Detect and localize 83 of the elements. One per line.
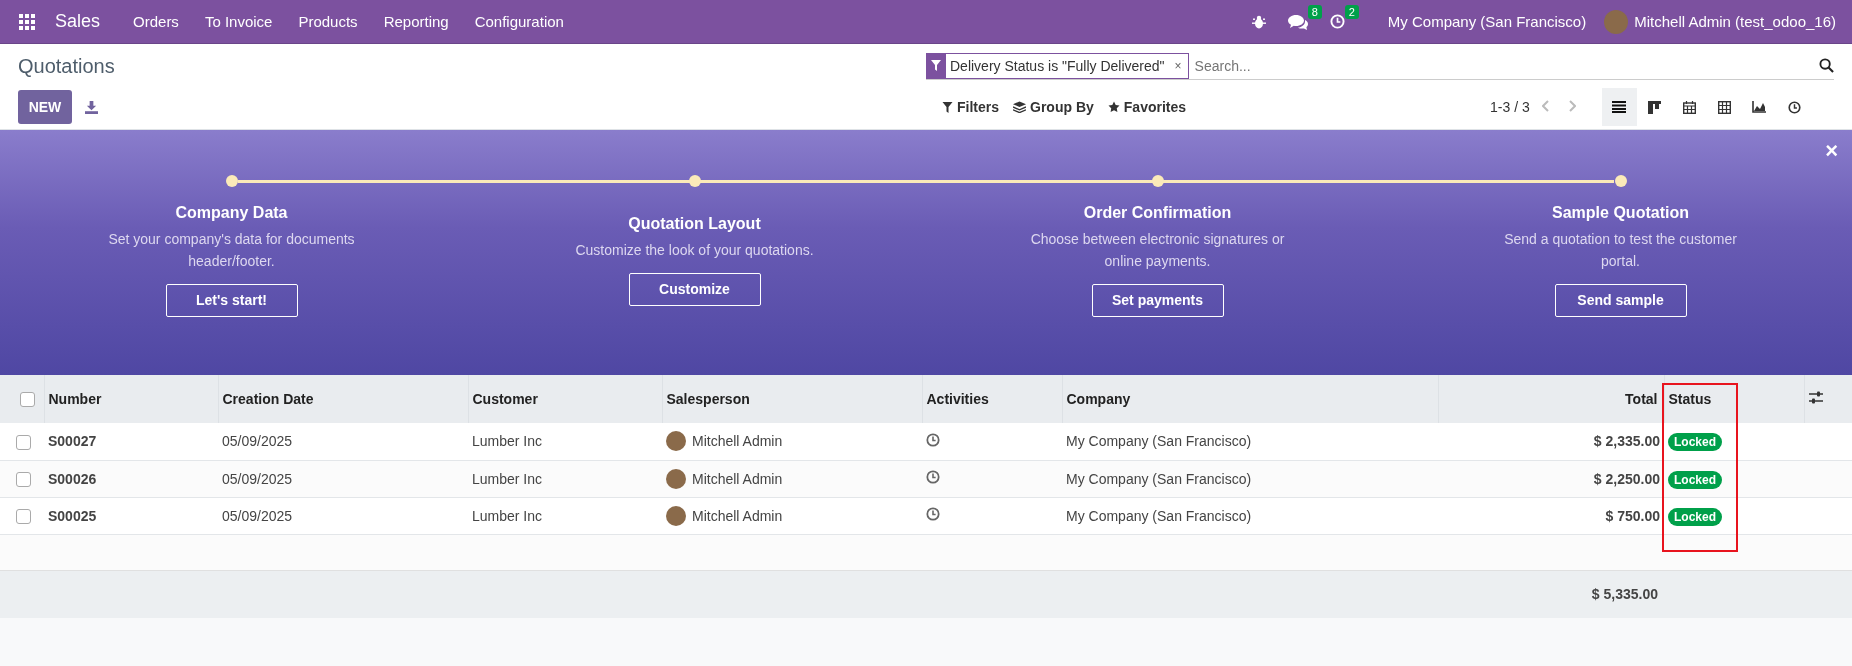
search-option-button[interactable]: Group By (1009, 99, 1098, 115)
status-badge: Locked (1668, 470, 1722, 489)
clock-icon (1787, 100, 1801, 114)
chat-icon[interactable] (1287, 13, 1308, 30)
step-description: Customize the look of your quotations. (574, 240, 815, 260)
menu-item[interactable]: Products (285, 13, 371, 30)
pager-value: 1-3 / 3 (1490, 99, 1530, 115)
step-description: Set your company's data for documents header/footer. (107, 229, 356, 271)
order-total: $ 750.00 (1438, 497, 1664, 534)
company-name: My Company (San Francisco) (1062, 423, 1438, 460)
area-chart-icon (1752, 101, 1767, 113)
message-count-badge: 8 (1307, 4, 1322, 19)
chevron-right-icon (1567, 99, 1576, 112)
row-checkbox[interactable] (16, 508, 31, 524)
table-grid-icon (1717, 100, 1731, 114)
filter-facet: Delivery Status is "Fully Delivered" (946, 52, 1169, 79)
close-banner-button[interactable]: × (1821, 138, 1842, 164)
creation-date: 05/09/2025 (218, 497, 468, 534)
filter-icon (942, 101, 953, 113)
step-title: Company Data (175, 203, 288, 222)
search-option-button[interactable]: Favorites (1103, 99, 1191, 115)
step-description: Send a quotation to test the customer portal. (1503, 229, 1738, 271)
new-button[interactable]: NEW (18, 90, 72, 124)
menu-item[interactable]: Reporting (370, 13, 462, 30)
apps-grid-icon[interactable] (19, 13, 35, 30)
app-name[interactable]: Sales (47, 11, 109, 32)
salesperson-name: Mitchell Admin (692, 470, 783, 487)
row-checkbox[interactable] (16, 471, 31, 487)
company-name: My Company (San Francisco) (1062, 497, 1438, 534)
step-button[interactable]: Customize (628, 272, 761, 306)
sum-total: $ 5,335.00 (1438, 570, 1664, 618)
customer-name: Lumber Inc (468, 460, 662, 497)
menu-item[interactable]: Configuration (461, 13, 577, 30)
customer-name: Lumber Inc (468, 423, 662, 460)
layers-icon (1013, 101, 1026, 113)
chevron-left-icon (1541, 99, 1550, 112)
kanban-icon (1647, 100, 1661, 114)
status-badge: Locked (1668, 507, 1722, 526)
step-button[interactable]: Let's start! (165, 283, 298, 317)
salesperson-avatar (666, 505, 686, 526)
step-description: Choose between electronic signatures or online payments. (1029, 229, 1286, 271)
activity-count-badge: 2 (1344, 5, 1359, 19)
calendar-icon (1682, 100, 1696, 114)
filter-facet-icon (926, 52, 946, 79)
customer-name: Lumber Inc (468, 497, 662, 534)
page-title: Quotations (18, 54, 116, 78)
clock-icon[interactable] (926, 507, 940, 521)
step-title: Quotation Layout (628, 214, 761, 233)
column-settings-icon[interactable] (1808, 391, 1823, 404)
menu-item[interactable]: Orders (120, 13, 192, 30)
remove-facet-button[interactable]: × (1168, 52, 1189, 79)
bug-icon[interactable] (1251, 14, 1266, 29)
list-view-button[interactable] (1601, 88, 1637, 126)
search-icon[interactable] (1819, 58, 1834, 73)
clock-icon[interactable] (926, 470, 940, 484)
row-checkbox[interactable] (16, 434, 31, 450)
star-icon (1107, 101, 1120, 113)
status-badge: Locked (1668, 433, 1722, 452)
salesperson-avatar (666, 468, 686, 489)
salesperson-name: Mitchell Admin (692, 507, 783, 524)
order-number: S00027 (44, 423, 218, 460)
salesperson-name: Mitchell Admin (692, 433, 783, 450)
step-button[interactable]: Send sample (1554, 283, 1687, 317)
company-name: My Company (San Francisco) (1062, 460, 1438, 497)
company-switcher[interactable]: My Company (San Francisco) (1374, 13, 1605, 30)
search-option-button[interactable]: Filters (938, 99, 1003, 115)
creation-date: 05/09/2025 (218, 423, 468, 460)
step-button[interactable]: Set payments (1091, 283, 1224, 317)
order-number: S00026 (44, 460, 218, 497)
order-number: S00025 (44, 497, 218, 534)
list-icon (1612, 101, 1627, 113)
order-total: $ 2,335.00 (1438, 423, 1664, 460)
salesperson-avatar (666, 431, 686, 452)
creation-date: 05/09/2025 (218, 460, 468, 497)
order-total: $ 2,250.00 (1438, 460, 1664, 497)
download-icon[interactable] (85, 100, 98, 114)
select-all-checkbox[interactable] (20, 392, 36, 408)
step-title: Sample Quotation (1552, 203, 1689, 222)
step-title: Order Confirmation (1083, 203, 1232, 222)
search-input[interactable]: Search... (1188, 56, 1819, 75)
user-menu[interactable]: Mitchell Admin (test_odoo_16) (1634, 13, 1836, 30)
menu-item[interactable]: To Invoice (191, 13, 286, 30)
clock-icon[interactable] (926, 432, 940, 447)
